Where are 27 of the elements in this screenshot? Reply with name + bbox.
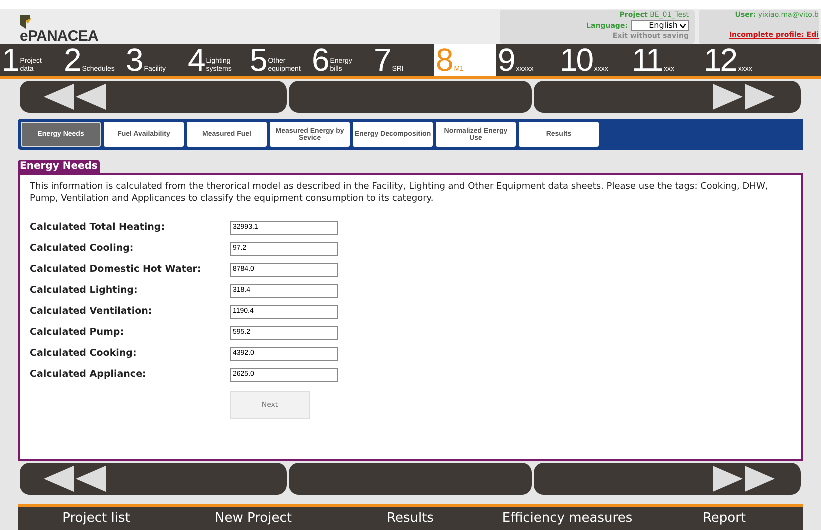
field-label: Calculated Appliance: <box>30 368 148 382</box>
logo-text: ePANACEA <box>20 29 98 44</box>
back-arrow-icon <box>44 84 108 110</box>
field-label: Calculated Lighting: <box>30 284 139 298</box>
field-label: Calculated Total Heating: <box>30 220 166 235</box>
logo-icon <box>20 15 32 30</box>
back-arrow-icon <box>44 466 108 492</box>
menu-item[interactable]: Results <box>332 507 489 530</box>
panel-title: Energy Needs <box>18 160 100 174</box>
field-label: Calculated Domestic Hot Water: <box>30 262 202 277</box>
field-label: Calculated Pump: <box>30 326 126 340</box>
field-label: Calculated Ventilation: <box>30 304 154 319</box>
forward-arrow-icon <box>713 84 777 110</box>
field-label: Calculated Cooking: <box>30 346 138 361</box>
language-select[interactable]: English <box>631 20 689 32</box>
nav-bar-segment[interactable] <box>20 463 287 496</box>
forward-arrow-icon <box>713 466 777 492</box>
menu-item[interactable]: Project list <box>18 507 175 530</box>
menu-item[interactable]: Efficiency measures <box>489 507 646 530</box>
nav-bar-segment[interactable] <box>534 81 801 114</box>
nav-bar-segment[interactable] <box>20 81 287 114</box>
nav-bar-segment[interactable] <box>534 463 801 496</box>
field-label: Calculated Cooling: <box>30 242 135 256</box>
menu-item[interactable]: New Project <box>175 507 332 530</box>
description-text: This information is calculated from the therorical model as described in the Facility, Lighting and Other Equipment data sheets. Please use the tags: Cooking, DHW, Pump, Ventilation and Applicances to classify the equipment consumption to its category. <box>30 181 770 206</box>
caret-icon <box>680 24 686 28</box>
menu-item[interactable]: Report <box>646 507 803 530</box>
